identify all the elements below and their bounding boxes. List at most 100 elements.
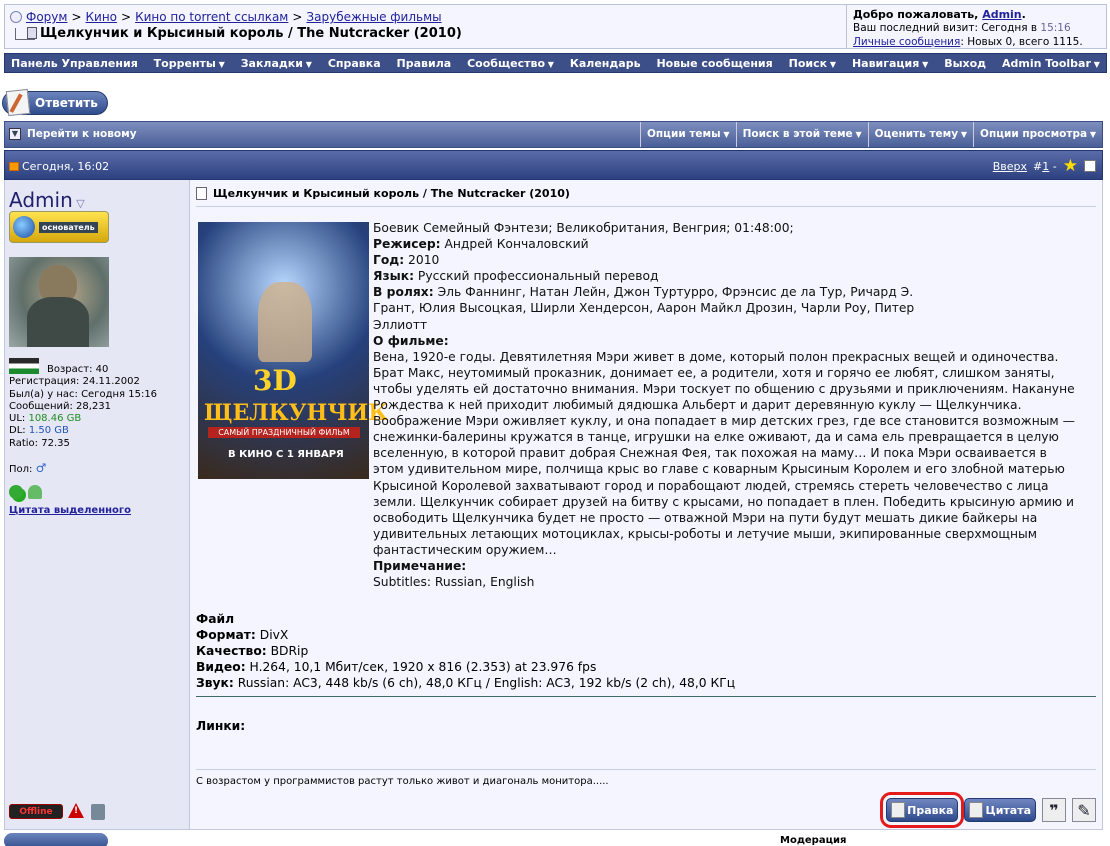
first-unread-link[interactable]: ▼ Перейти к новому xyxy=(9,128,137,140)
quote-selected-link[interactable]: Цитата выделенного xyxy=(9,505,131,516)
nav-bookmarks[interactable]: Закладки xyxy=(241,57,312,70)
username[interactable]: Admin xyxy=(9,188,85,212)
post-date-text: Сегодня, 16:02 xyxy=(22,160,110,173)
movie-director: Режисер: Андрей Кончаловский xyxy=(373,237,589,252)
reply-button[interactable]: Ответить xyxy=(2,88,108,117)
network-icon[interactable] xyxy=(91,804,105,820)
rate-thread-menu[interactable]: Оценить тему xyxy=(867,122,973,147)
user-icon[interactable] xyxy=(28,485,42,499)
breadcrumb-torrent[interactable]: Кино по torrent ссылкам xyxy=(135,10,288,24)
breadcrumb-sep: > xyxy=(71,10,82,24)
first-unread-label: Перейти к новому xyxy=(27,128,137,140)
report-icon[interactable] xyxy=(68,803,84,818)
breadcrumb-forum[interactable]: Форум xyxy=(26,10,67,24)
user-ratio: Ratio: 72.35 xyxy=(9,437,70,449)
signature: С возрастом у программистов растут тольк… xyxy=(196,776,609,787)
edit-icon xyxy=(891,802,906,818)
last-visit-time: 15:16 xyxy=(1040,22,1071,35)
movie-genre: Боевик Семейный Фэнтези; Великобритания,… xyxy=(373,221,794,235)
private-messages-link[interactable]: Личные сообщения xyxy=(853,36,960,48)
nav-torrents[interactable]: Торренты xyxy=(154,57,225,70)
post-title: Щелкунчик и Крысиный король / The Nutcra… xyxy=(196,187,570,200)
nav-new-posts[interactable]: Новые сообщения xyxy=(656,57,772,70)
nav-control-panel[interactable]: Панель Управления xyxy=(11,57,138,70)
nav-community[interactable]: Сообщество xyxy=(467,57,554,70)
movie-poster[interactable]: 3D ЩЕЛКУНЧИК САМЫЙ ПРАЗДНИЧНЫЙ ФИЛЬМ В К… xyxy=(198,222,388,479)
post-actions: Правка Цитата ❞ ✎ xyxy=(880,792,1096,828)
poster-3d: 3D xyxy=(253,364,297,397)
poster-subtitle: САМЫЙ ПРАЗДНИЧНЫЙ ФИЛЬМ xyxy=(208,427,360,438)
movie-cast: В ролях: Эль Фаннинг, Натан Лейн, Джон Т… xyxy=(373,285,915,332)
welcome-user-link[interactable]: Admin xyxy=(982,8,1021,21)
top-link[interactable]: Вверх xyxy=(993,160,1027,173)
post-select-checkbox[interactable] xyxy=(1084,160,1096,172)
pencil-icon xyxy=(969,802,984,818)
nav-navigation[interactable]: Навигация xyxy=(852,57,928,70)
welcome-greeting: Добро пожаловать, xyxy=(853,8,979,21)
nav-search[interactable]: Поиск xyxy=(789,57,836,70)
clover-icon[interactable] xyxy=(9,485,23,499)
display-options-menu[interactable]: Опции просмотра xyxy=(973,122,1102,147)
thread-options-menu[interactable]: Опции темы xyxy=(640,122,736,147)
post-number-link[interactable]: 1 xyxy=(1042,160,1049,173)
nav-logout[interactable]: Выход xyxy=(944,57,986,70)
home-icon[interactable] xyxy=(10,11,22,23)
quote-button[interactable]: Цитата xyxy=(964,798,1036,822)
thread-title-text: Щелкунчик и Крысиный король / The Nutcra… xyxy=(40,26,462,41)
nav-calendar[interactable]: Календарь xyxy=(570,57,641,70)
post-status-icon xyxy=(9,162,19,171)
links-label: Линки: xyxy=(196,719,246,733)
edit-button[interactable]: Правка xyxy=(880,792,965,828)
file-quality: Качество: BDRip xyxy=(196,644,309,659)
user-upload: UL: 108.46 GB xyxy=(9,413,82,425)
user-last-seen: Был(а) у нас: Сегодня 15:16 xyxy=(9,388,158,400)
quick-reply-icon[interactable]: ✎ xyxy=(1072,798,1096,822)
post-header: Сегодня, 16:02 Вверх #1 - ★ xyxy=(4,150,1103,180)
nav-admin-toolbar[interactable]: Admin Toolbar xyxy=(1002,57,1100,70)
quote-button-label: Цитата xyxy=(985,803,1031,817)
breadcrumb-sep: > xyxy=(121,10,132,24)
divider xyxy=(196,206,1096,207)
nav-help[interactable]: Справка xyxy=(328,57,381,70)
user-registration: Регистрация: 24.11.2002 xyxy=(9,376,140,388)
file-video: Видео: H.264, 10,1 Мбит/сек, 1920 x 816 … xyxy=(196,660,597,675)
movie-about: Вена, 1920-е годы. Девятилетняя Мэри жив… xyxy=(373,349,1075,557)
edit-button-label: Правка xyxy=(907,803,954,817)
last-visit-label: Ваш последний визит: Сегодня в xyxy=(853,22,1038,35)
footer-button[interactable] xyxy=(4,833,108,846)
private-messages-count: : Новых 0, всего 1115. xyxy=(960,35,1083,48)
thread-icon xyxy=(15,26,37,40)
user-download: DL: 1.50 GB xyxy=(9,425,69,437)
file-format: Формат: DivX xyxy=(196,628,289,643)
poster-figure xyxy=(258,282,312,362)
rank-badge: основатель xyxy=(9,211,109,243)
avatar[interactable] xyxy=(9,257,109,347)
search-thread-menu[interactable]: Поиск в этой теме xyxy=(735,122,868,147)
user-sex: Пол: ♂ xyxy=(9,461,47,475)
male-icon: ♂ xyxy=(35,461,47,475)
breadcrumb-kino[interactable]: Кино xyxy=(86,10,118,24)
breadcrumb: Форум > Кино > Кино по torrent ссылкам >… xyxy=(10,10,442,24)
user-posts: Сообщений: 28,231 xyxy=(9,400,112,412)
user-sidebar: Admin основатель Возраст: 40 Регистрация… xyxy=(4,180,190,830)
movie-about-label: О фильме: xyxy=(373,333,449,348)
user-info: Возраст: 40 Регистрация: 24.11.2002 Был(… xyxy=(9,364,157,450)
rank-label: основатель xyxy=(39,221,98,233)
arrow-down-icon: ▼ xyxy=(9,128,21,140)
user-age: Возраст: 40 xyxy=(47,364,109,375)
reply-button-label: Ответить xyxy=(35,96,98,110)
post-body: Щелкунчик и Крысиный король / The Nutcra… xyxy=(190,180,1103,830)
star-icon[interactable]: ★ xyxy=(1063,158,1078,175)
file-info: Файл Формат: DivX Качество: BDRip Видео:… xyxy=(196,611,901,691)
breadcrumb-foreign[interactable]: Зарубежные фильмы xyxy=(306,10,441,24)
post-number: #1 - xyxy=(1033,159,1057,173)
post-date: Сегодня, 16:02 xyxy=(9,160,109,173)
nav-rules[interactable]: Правила xyxy=(397,57,452,70)
movie-language: Язык: Русский профессиональный перевод xyxy=(373,269,659,284)
pencil-paper-icon xyxy=(5,88,31,117)
breadcrumb-sep: > xyxy=(292,10,303,24)
multiquote-icon[interactable]: ❞ xyxy=(1042,798,1066,822)
footer-strip: Модерация xyxy=(4,833,1107,846)
forum-header: Форум > Кино > Кино по torrent ссылкам >… xyxy=(4,4,1107,49)
offline-badge: Offline xyxy=(9,804,63,819)
